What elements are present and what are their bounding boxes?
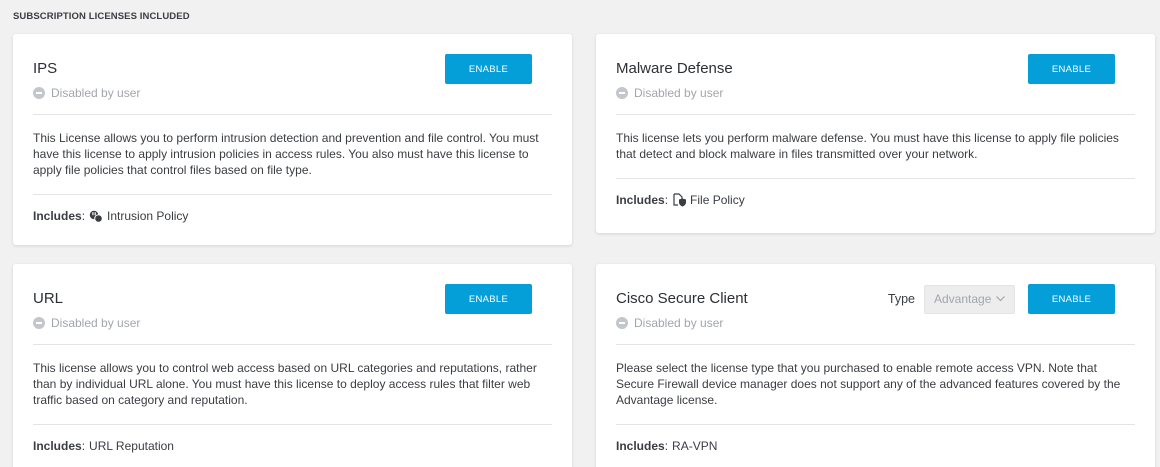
disabled-status-icon [616, 87, 628, 99]
card-description: This License allows you to perform intru… [33, 131, 539, 177]
status-indicator: Disabled by user [33, 86, 140, 100]
status-indicator: Disabled by user [616, 316, 723, 330]
card-title: Malware Defense [616, 60, 733, 77]
status-indicator: Disabled by user [616, 86, 723, 100]
card-title: Cisco Secure Client [616, 290, 748, 307]
license-type-select[interactable]: Advantage [924, 284, 1015, 314]
license-type-group: Type Advantage [888, 284, 1015, 314]
disabled-status-icon [616, 317, 628, 329]
enable-ips-button[interactable]: ENABLE [445, 54, 532, 84]
includes-label: Includes [33, 209, 82, 223]
includes-value: File Policy [690, 193, 745, 207]
license-card-url: URL Disabled by user ENABLE This license… [13, 264, 572, 467]
type-selected-value: Advantage [934, 292, 992, 306]
disabled-status-icon [33, 317, 45, 329]
disabled-status-icon [33, 87, 45, 99]
type-label: Type [887, 292, 915, 306]
card-title: IPS [33, 60, 58, 77]
status-indicator: Disabled by user [33, 316, 140, 330]
includes-value: RA-VPN [672, 439, 718, 453]
status-text: Disabled by user [51, 316, 141, 330]
enable-cisco-secure-client-button[interactable]: ENABLE [1028, 284, 1115, 314]
license-card-cisco-secure-client: Cisco Secure Client Disabled by user Typ… [596, 264, 1155, 467]
status-text: Disabled by user [634, 316, 724, 330]
includes-label: Includes [616, 193, 665, 207]
includes-label: Includes [616, 439, 665, 453]
card-title: URL [33, 290, 64, 307]
status-text: Disabled by user [51, 86, 141, 100]
intrusion-policy-icon [89, 210, 103, 223]
includes-row: Includes: RA-VPN [616, 439, 718, 453]
file-policy-icon [672, 193, 687, 207]
includes-row: Includes: URL Reputation [33, 439, 174, 453]
section-title: SUBSCRIPTION LICENSES INCLUDED [13, 11, 190, 22]
includes-value: URL Reputation [89, 439, 174, 453]
license-card-ips: IPS Disabled by user ENABLE This License… [13, 34, 572, 245]
includes-row: Includes: Intrusion Policy [33, 209, 189, 223]
license-card-malware-defense: Malware Defense Disabled by user ENABLE … [596, 34, 1155, 233]
card-description: This license lets you perform malware de… [616, 131, 1119, 161]
chevron-down-icon [996, 294, 1005, 304]
card-description: This license allows you to control web a… [33, 361, 537, 407]
enable-malware-defense-button[interactable]: ENABLE [1028, 54, 1115, 84]
includes-row: Includes: File Policy [616, 193, 745, 207]
card-description: Please select the license type that you … [616, 361, 1121, 407]
includes-value: Intrusion Policy [107, 209, 189, 223]
status-text: Disabled by user [634, 86, 724, 100]
enable-url-button[interactable]: ENABLE [445, 284, 532, 314]
includes-label: Includes [33, 439, 82, 453]
